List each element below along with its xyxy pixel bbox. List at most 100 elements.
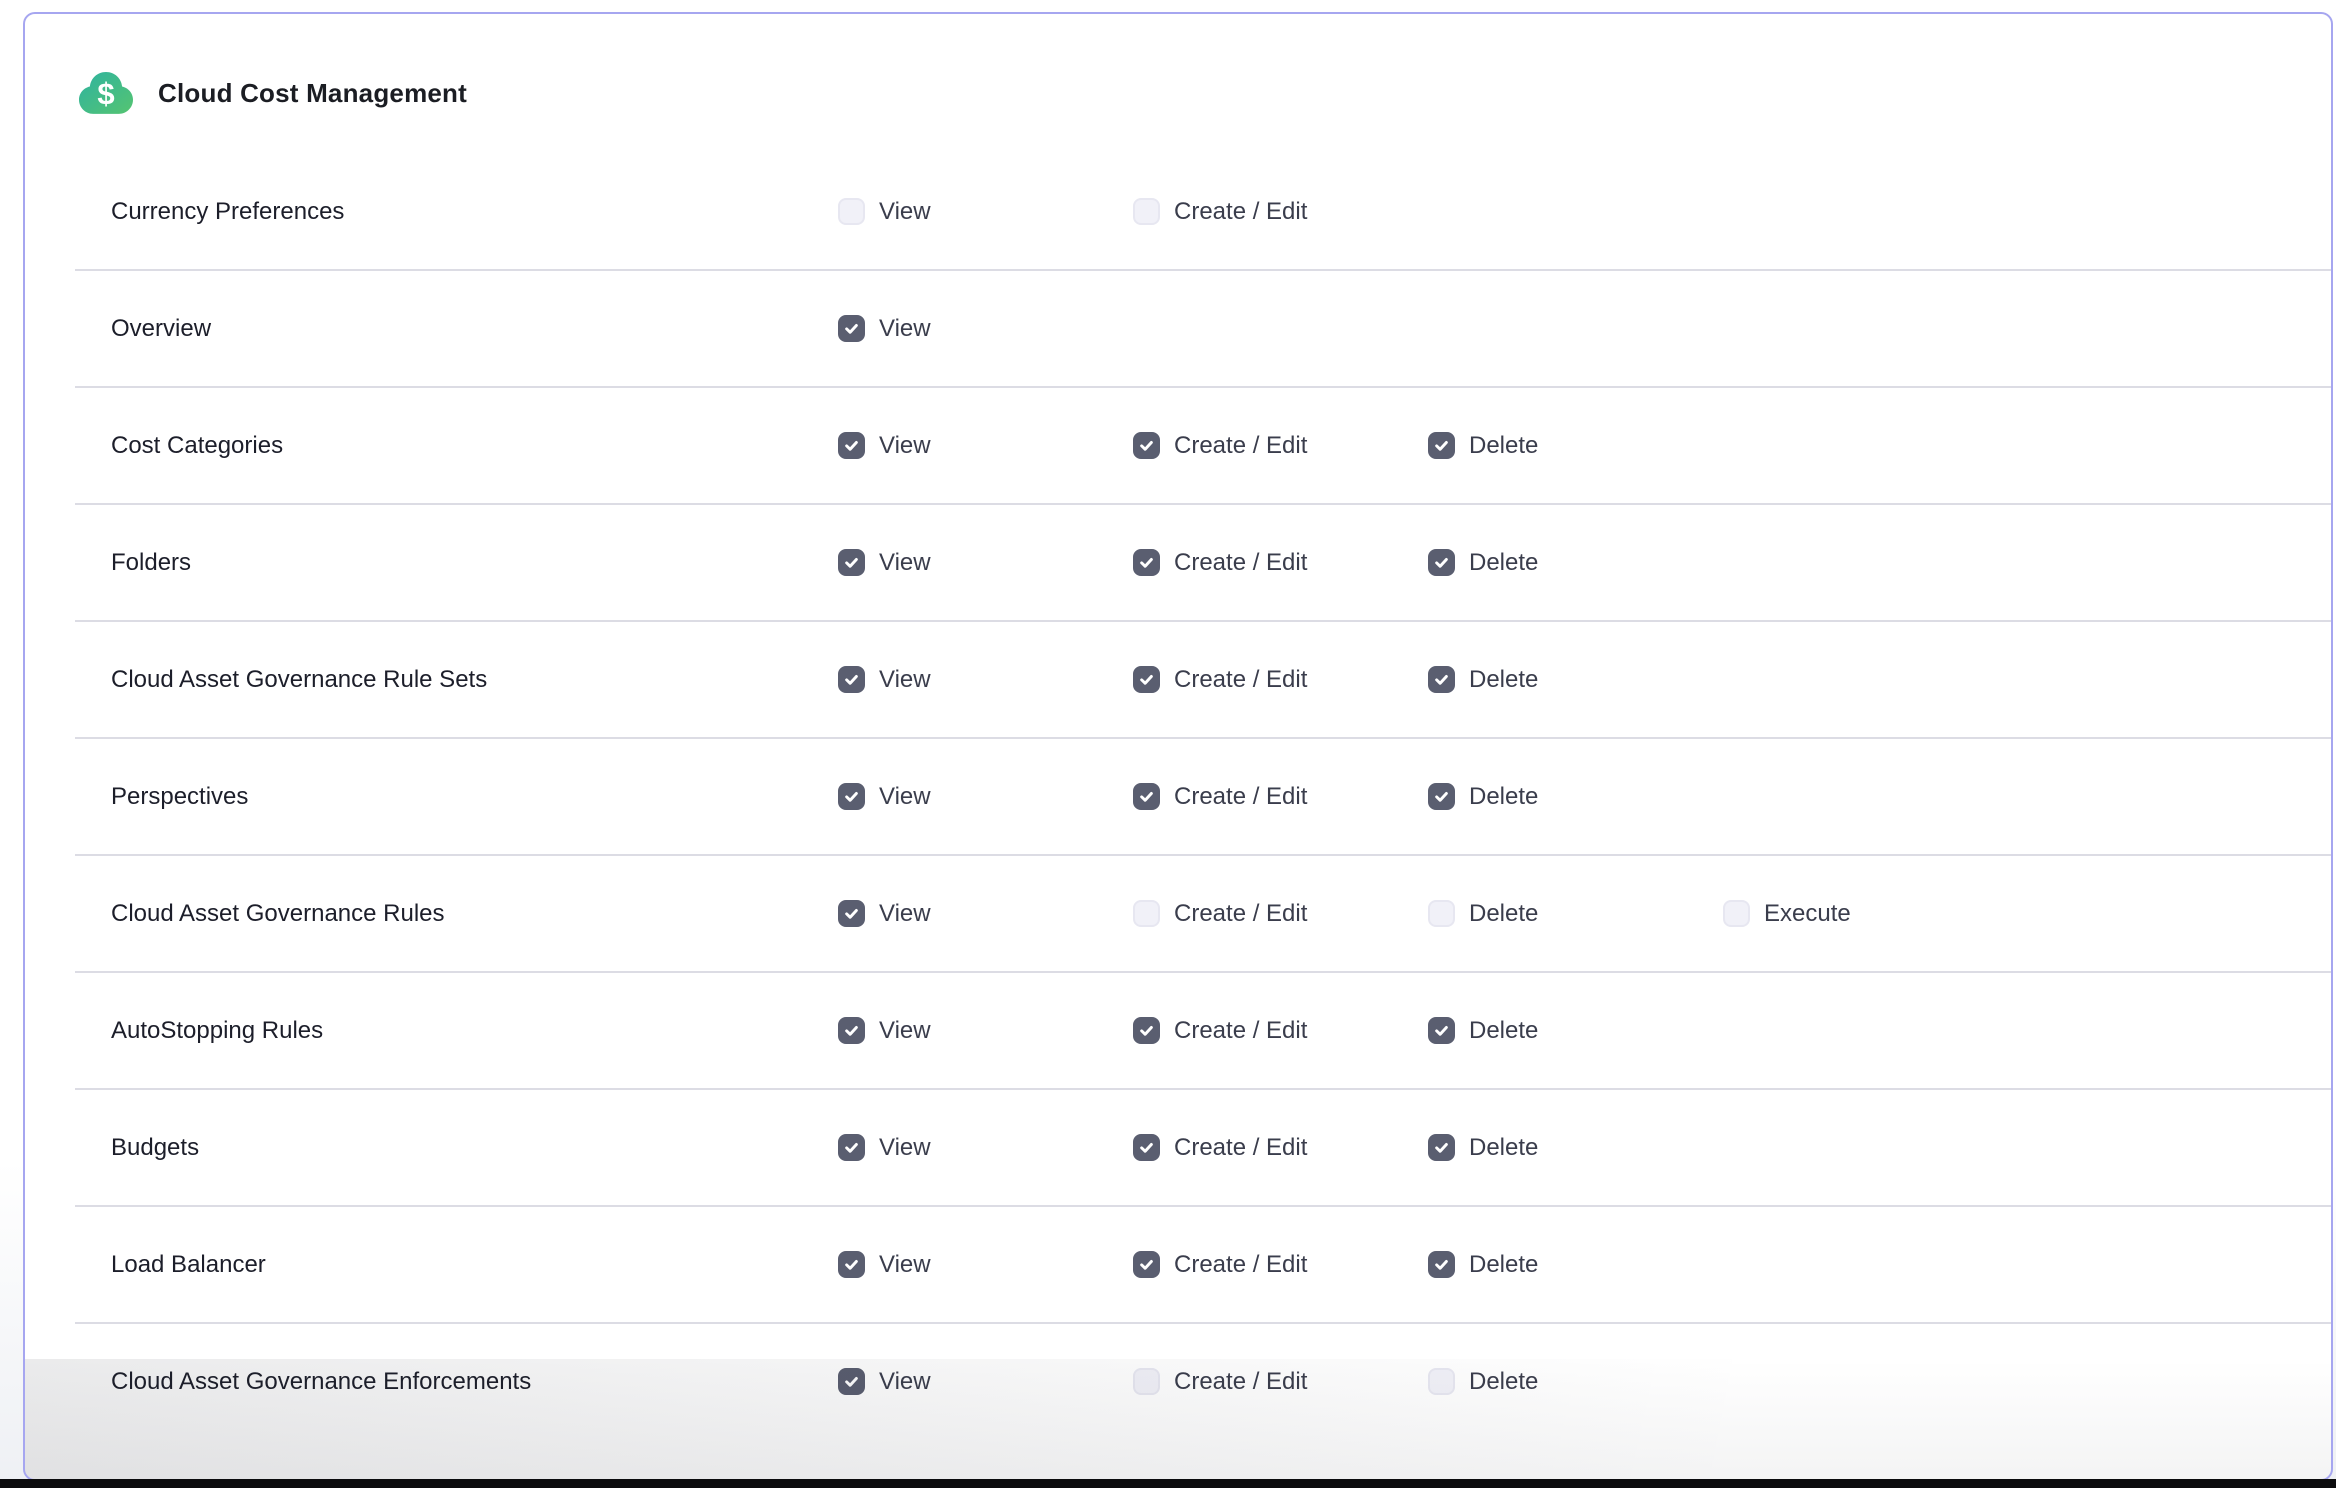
view-checkbox[interactable] bbox=[838, 432, 865, 459]
delete-permission-cell[interactable]: Delete bbox=[1428, 1017, 1723, 1045]
permission-label: View bbox=[879, 198, 931, 226]
permission-label: View bbox=[879, 1368, 931, 1396]
permission-label: Create / Edit bbox=[1174, 666, 1307, 694]
delete-checkbox[interactable] bbox=[1428, 1368, 1455, 1395]
checkmark-icon bbox=[1138, 1022, 1155, 1039]
checkmark-icon bbox=[1138, 788, 1155, 805]
permission-label: View bbox=[879, 1017, 931, 1045]
checkmark-icon bbox=[843, 671, 860, 688]
permission-label: View bbox=[879, 783, 931, 811]
checkmark-icon bbox=[843, 788, 860, 805]
create-edit-permission-cell[interactable]: Create / Edit bbox=[1133, 900, 1428, 928]
module-header: $ Cloud Cost Management bbox=[78, 59, 2331, 127]
view-permission-cell[interactable]: View bbox=[838, 549, 1133, 577]
create-edit-permission-cell[interactable]: Create / Edit bbox=[1133, 1251, 1428, 1279]
create-edit-checkbox[interactable] bbox=[1133, 666, 1160, 693]
permission-label: View bbox=[879, 432, 931, 460]
create-edit-permission-cell[interactable]: Create / Edit bbox=[1133, 1134, 1428, 1162]
checkmark-icon bbox=[843, 437, 860, 454]
delete-checkbox[interactable] bbox=[1428, 432, 1455, 459]
delete-checkbox[interactable] bbox=[1428, 783, 1455, 810]
view-checkbox[interactable] bbox=[838, 1134, 865, 1161]
create-edit-permission-cell[interactable]: Create / Edit bbox=[1133, 666, 1428, 694]
view-checkbox[interactable] bbox=[838, 1368, 865, 1395]
permission-label: Create / Edit bbox=[1174, 900, 1307, 928]
checkmark-icon bbox=[1138, 554, 1155, 571]
view-checkbox[interactable] bbox=[838, 549, 865, 576]
view-permission-cell[interactable]: View bbox=[838, 315, 1133, 343]
view-permission-cell[interactable]: View bbox=[838, 432, 1133, 460]
view-permission-cell[interactable]: View bbox=[838, 1134, 1133, 1162]
delete-permission-cell[interactable]: Delete bbox=[1428, 1251, 1723, 1279]
checkmark-icon bbox=[1138, 437, 1155, 454]
create-edit-permission-cell[interactable]: Create / Edit bbox=[1133, 549, 1428, 577]
execute-checkbox[interactable] bbox=[1723, 900, 1750, 927]
resource-label: Overview bbox=[111, 315, 838, 343]
permission-row-folders: Folders View Create / Edit Delete bbox=[25, 505, 2331, 620]
view-checkbox[interactable] bbox=[838, 666, 865, 693]
permission-label: View bbox=[879, 1134, 931, 1162]
permission-label: View bbox=[879, 315, 931, 343]
delete-checkbox[interactable] bbox=[1428, 549, 1455, 576]
checkmark-icon bbox=[843, 905, 860, 922]
create-edit-checkbox[interactable] bbox=[1133, 1017, 1160, 1044]
checkmark-icon bbox=[843, 1022, 860, 1039]
view-permission-cell[interactable]: View bbox=[838, 900, 1133, 928]
delete-checkbox[interactable] bbox=[1428, 900, 1455, 927]
create-edit-permission-cell[interactable]: Create / Edit bbox=[1133, 783, 1428, 811]
delete-permission-cell[interactable]: Delete bbox=[1428, 900, 1723, 928]
delete-permission-cell[interactable]: Delete bbox=[1428, 1368, 1723, 1396]
permission-label: Create / Edit bbox=[1174, 198, 1307, 226]
view-checkbox[interactable] bbox=[838, 900, 865, 927]
permission-label: Delete bbox=[1469, 1251, 1538, 1279]
delete-permission-cell[interactable]: Delete bbox=[1428, 549, 1723, 577]
view-checkbox[interactable] bbox=[838, 1251, 865, 1278]
delete-checkbox[interactable] bbox=[1428, 1017, 1455, 1044]
view-checkbox[interactable] bbox=[838, 1017, 865, 1044]
delete-permission-cell[interactable]: Delete bbox=[1428, 1134, 1723, 1162]
permission-label: Delete bbox=[1469, 900, 1538, 928]
view-permission-cell[interactable]: View bbox=[838, 666, 1133, 694]
cloud-dollar-icon: $ bbox=[78, 68, 134, 118]
create-edit-permission-cell[interactable]: Create / Edit bbox=[1133, 432, 1428, 460]
create-edit-checkbox[interactable] bbox=[1133, 549, 1160, 576]
resource-label: AutoStopping Rules bbox=[111, 1017, 838, 1045]
create-edit-checkbox[interactable] bbox=[1133, 198, 1160, 225]
resource-label: Cost Categories bbox=[111, 432, 838, 460]
create-edit-checkbox[interactable] bbox=[1133, 900, 1160, 927]
checkmark-icon bbox=[1433, 1022, 1450, 1039]
delete-checkbox[interactable] bbox=[1428, 1134, 1455, 1161]
module-title: Cloud Cost Management bbox=[158, 78, 467, 109]
view-permission-cell[interactable]: View bbox=[838, 1368, 1133, 1396]
permissions-card: $ Cloud Cost Management Currency Prefere… bbox=[23, 12, 2333, 1481]
create-edit-permission-cell[interactable]: Create / Edit bbox=[1133, 198, 1428, 226]
permission-row-overview: Overview View bbox=[25, 271, 2331, 386]
checkmark-icon bbox=[1138, 671, 1155, 688]
checkmark-icon bbox=[843, 1373, 860, 1390]
view-checkbox[interactable] bbox=[838, 198, 865, 225]
checkmark-icon bbox=[1433, 437, 1450, 454]
delete-checkbox[interactable] bbox=[1428, 666, 1455, 693]
delete-permission-cell[interactable]: Delete bbox=[1428, 666, 1723, 694]
create-edit-checkbox[interactable] bbox=[1133, 432, 1160, 459]
create-edit-checkbox[interactable] bbox=[1133, 783, 1160, 810]
delete-permission-cell[interactable]: Delete bbox=[1428, 783, 1723, 811]
create-edit-checkbox[interactable] bbox=[1133, 1368, 1160, 1395]
execute-permission-cell[interactable]: Execute bbox=[1723, 900, 2331, 928]
view-permission-cell[interactable]: View bbox=[838, 1251, 1133, 1279]
view-permission-cell[interactable]: View bbox=[838, 783, 1133, 811]
view-permission-cell[interactable]: View bbox=[838, 1017, 1133, 1045]
view-checkbox[interactable] bbox=[838, 783, 865, 810]
permission-label: Delete bbox=[1469, 1368, 1538, 1396]
delete-permission-cell[interactable]: Delete bbox=[1428, 432, 1723, 460]
create-edit-permission-cell[interactable]: Create / Edit bbox=[1133, 1368, 1428, 1396]
permission-label: Create / Edit bbox=[1174, 432, 1307, 460]
view-checkbox[interactable] bbox=[838, 315, 865, 342]
create-edit-checkbox[interactable] bbox=[1133, 1251, 1160, 1278]
create-edit-checkbox[interactable] bbox=[1133, 1134, 1160, 1161]
permission-label: Execute bbox=[1764, 900, 1851, 928]
create-edit-permission-cell[interactable]: Create / Edit bbox=[1133, 1017, 1428, 1045]
delete-checkbox[interactable] bbox=[1428, 1251, 1455, 1278]
view-permission-cell[interactable]: View bbox=[838, 198, 1133, 226]
permission-label: View bbox=[879, 1251, 931, 1279]
